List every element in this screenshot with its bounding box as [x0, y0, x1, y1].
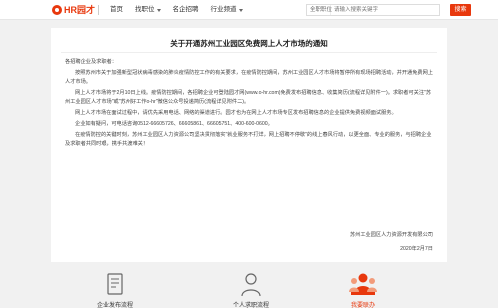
article-card: 关于开通苏州工业园区免费网上人才市场的通知 各招聘企业及求职者： 按照苏州市关于… [51, 28, 447, 262]
signature-date: 2020年2月7日 [400, 246, 433, 252]
title-divider [61, 52, 437, 53]
enterprise-process-card[interactable]: 企业发布流程 [65, 268, 165, 308]
joint-office-label: 我要联办 [350, 303, 375, 308]
search-input[interactable] [331, 5, 439, 15]
logo-divider [98, 5, 99, 15]
main-nav: 首页 找职位 名企招聘 行业频道 [104, 0, 249, 20]
article-title: 关于开通苏州工业园区免费网上人才市场的通知 [170, 39, 328, 48]
article-body: 各招聘企业及求职者： 按照苏州市关于加强新型冠状病毒感染的肺炎疫情防控工作的有关… [65, 58, 433, 151]
personal-process-card[interactable]: 个人求职流程 [201, 268, 301, 308]
article-paragraph: 在疫情防控的关键时刻，苏州工业园区人力资源公司坚决贯彻落实"就业服务不打烊，网上… [65, 132, 432, 147]
personal-process-label: 个人求职流程 [232, 303, 269, 308]
process-links: 企业发布流程 个人求职流程 我要联办 [51, 268, 447, 308]
document-icon [107, 273, 123, 295]
search-category-select[interactable]: 全职职位 [307, 5, 332, 15]
enterprise-process-label: 企业发布流程 [96, 303, 133, 308]
nav-industry-channel[interactable]: 行业频道 [205, 0, 249, 20]
signature-organization: 苏州工业园区人力资源开发有限公司 [349, 232, 433, 238]
team-icon [349, 273, 377, 295]
site-logo[interactable]: HR园才 [52, 4, 95, 16]
nav-find-jobs[interactable]: 找职位 [129, 0, 167, 20]
logo-text: HR园才 [64, 5, 95, 15]
person-icon [241, 273, 261, 297]
logo-icon [52, 5, 62, 15]
top-navigation-bar: HR园才 首页 找职位 名企招聘 行业频道 全职职位 搜索 [0, 0, 498, 20]
article-paragraph: 网上人才市场将于2月10日上线。疫情防控期间，各招聘企业可登陆园才网(www.o… [65, 89, 432, 105]
article-paragraph: 按照苏州市关于加强新型冠状病毒感染的肺炎疫情防控工作的有关要求，在疫情防控期间，… [65, 70, 433, 85]
joint-office-card[interactable]: 我要联办 [313, 268, 413, 308]
nav-home[interactable]: 首页 [104, 0, 129, 20]
article-paragraph: 网上人才市场在面试过程中，请优先采用电话、网络的渠道进行。园才也为在网上人才市场… [75, 109, 397, 116]
nav-famous-companies[interactable]: 名企招聘 [167, 0, 205, 20]
search-box: 全职职位 [306, 4, 440, 16]
search-button[interactable]: 搜索 [450, 4, 471, 16]
article-paragraph: 企业如有疑问，可电话咨询0512-66605726、66605861、66605… [75, 120, 273, 127]
article-greeting: 各招聘企业及求职者： [65, 59, 117, 65]
